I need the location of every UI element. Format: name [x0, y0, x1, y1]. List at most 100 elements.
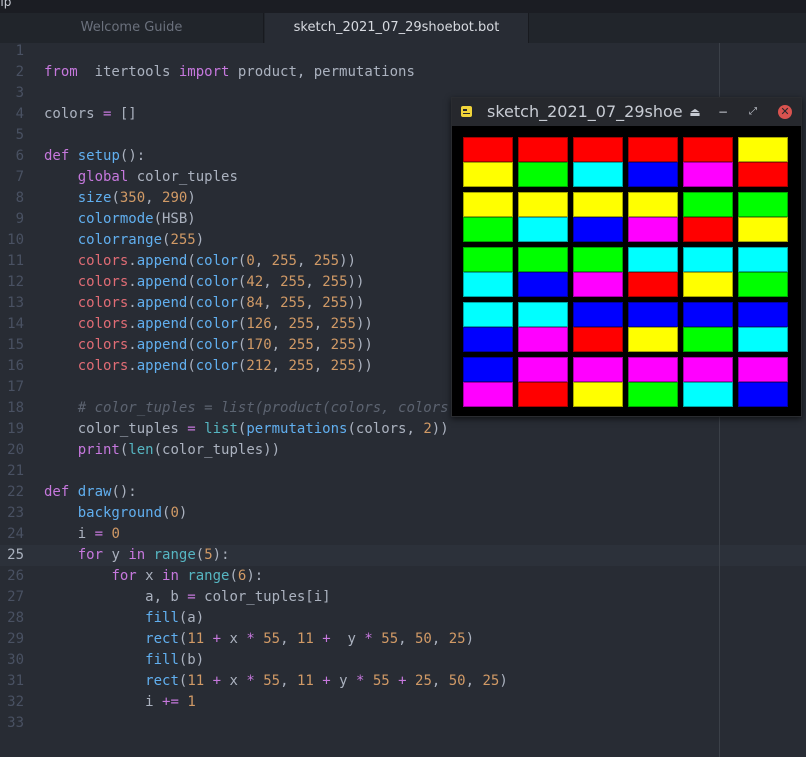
code-token: append: [136, 253, 188, 269]
code-token: ,: [271, 337, 289, 353]
code-line[interactable]: 24 i = 0: [0, 524, 806, 545]
code-token: color_tuples: [128, 169, 238, 185]
code-token: 255: [330, 337, 356, 353]
line-number: 21: [7, 463, 24, 479]
code-line[interactable]: 33: [0, 713, 806, 734]
code-token: *: [364, 631, 373, 647]
code-token: for: [77, 547, 104, 563]
code-line[interactable]: 25 for y in range(5):: [0, 545, 806, 566]
maximize-icon[interactable]: ⤢: [744, 98, 762, 126]
code-token: 255: [170, 232, 196, 248]
menu-bar[interactable]: elp: [0, 0, 806, 13]
code-token: ():: [119, 148, 146, 164]
code-token: 0: [170, 505, 179, 521]
code-line[interactable]: 27 a, b = color_tuples[i]: [0, 587, 806, 608]
color-rect: [628, 162, 678, 187]
code-token: rect: [145, 631, 179, 647]
tab-welcome-guide[interactable]: Welcome Guide: [0, 13, 264, 43]
line-number: 14: [7, 316, 24, 332]
color-rect: [738, 327, 788, 352]
code-token: 0: [111, 526, 120, 542]
code-text: colors.append(color(84, 255, 255)): [44, 293, 365, 314]
color-rect: [573, 217, 623, 242]
color-rect: [628, 192, 678, 217]
code-token: append: [136, 358, 188, 374]
code-line[interactable]: 23 background(0): [0, 503, 806, 524]
code-line[interactable]: 30 fill(b): [0, 650, 806, 671]
code-token: ,: [145, 190, 163, 206]
code-text: def draw():: [44, 482, 137, 503]
color-rect: [463, 302, 513, 327]
color-rect: [463, 247, 513, 272]
code-token: (color_tuples)): [153, 442, 281, 458]
code-token: ,: [305, 274, 323, 290]
code-line[interactable]: 22 def draw():: [0, 482, 806, 503]
line-number: 16: [7, 358, 24, 374]
color-rect: [463, 272, 513, 297]
eject-icon[interactable]: ⏏: [686, 98, 704, 126]
color-rect: [573, 247, 623, 272]
line-number: 19: [7, 421, 24, 437]
code-token: 255: [271, 253, 297, 269]
code-line[interactable]: 21: [0, 461, 806, 482]
color-rect: [628, 137, 678, 162]
code-token: ): [187, 190, 196, 206]
code-token: 42: [246, 274, 264, 290]
code-token: )): [355, 337, 373, 353]
code-line[interactable]: 20 print(len(color_tuples)): [0, 440, 806, 461]
color-rect: [518, 162, 568, 187]
code-text: global color_tuples: [44, 167, 238, 188]
code-token: (: [229, 568, 238, 584]
code-token: colors: [44, 106, 104, 122]
code-line[interactable]: 32 i += 1: [0, 692, 806, 713]
code-token: 55: [381, 631, 399, 647]
code-token: y: [330, 631, 365, 647]
color-rect: [738, 162, 788, 187]
line-number: 25: [7, 547, 24, 563]
code-token: ,: [280, 631, 297, 647]
code-line[interactable]: 19 color_tuples = list(permutations(colo…: [0, 419, 806, 440]
code-line[interactable]: 2 from itertools import product, permutat…: [0, 62, 806, 83]
code-token: fill: [145, 652, 179, 668]
menu-help[interactable]: elp: [0, 0, 11, 9]
code-text: i = 0: [44, 524, 120, 545]
code-token: =: [187, 589, 196, 605]
code-text: for x in range(6):: [44, 566, 263, 587]
window-titlebar[interactable]: sketch_2021_07_29shoebot ⏏ − ⤢ ✕: [452, 98, 801, 126]
line-number: 3: [15, 85, 24, 101]
color-rect: [738, 217, 788, 242]
code-token: +: [322, 631, 331, 647]
tab-sketch-file[interactable]: sketch_2021_07_29shoebot.bot: [265, 13, 529, 43]
close-icon[interactable]: ✕: [778, 105, 792, 119]
minimize-icon[interactable]: −: [714, 98, 732, 126]
color-rect: [628, 272, 678, 297]
code-token: (b): [178, 652, 205, 668]
code-token: 11: [187, 631, 205, 647]
code-line[interactable]: 31 rect(11 + x * 55, 11 + y * 55 + 25, 5…: [0, 671, 806, 692]
code-token: (a): [178, 610, 205, 626]
color-rect: [628, 357, 678, 382]
code-line[interactable]: 26 for x in range(6):: [0, 566, 806, 587]
code-token: 0: [246, 253, 255, 269]
code-token: )): [355, 316, 373, 332]
code-line[interactable]: 1: [0, 41, 806, 62]
color-rect: [683, 247, 733, 272]
code-line[interactable]: 28 fill(a): [0, 608, 806, 629]
code-text: colors = []: [44, 104, 137, 125]
color-rect: [738, 357, 788, 382]
code-line[interactable]: 29 rect(11 + x * 55, 11 + y * 55, 50, 25…: [0, 629, 806, 650]
code-token: 55: [263, 673, 281, 689]
